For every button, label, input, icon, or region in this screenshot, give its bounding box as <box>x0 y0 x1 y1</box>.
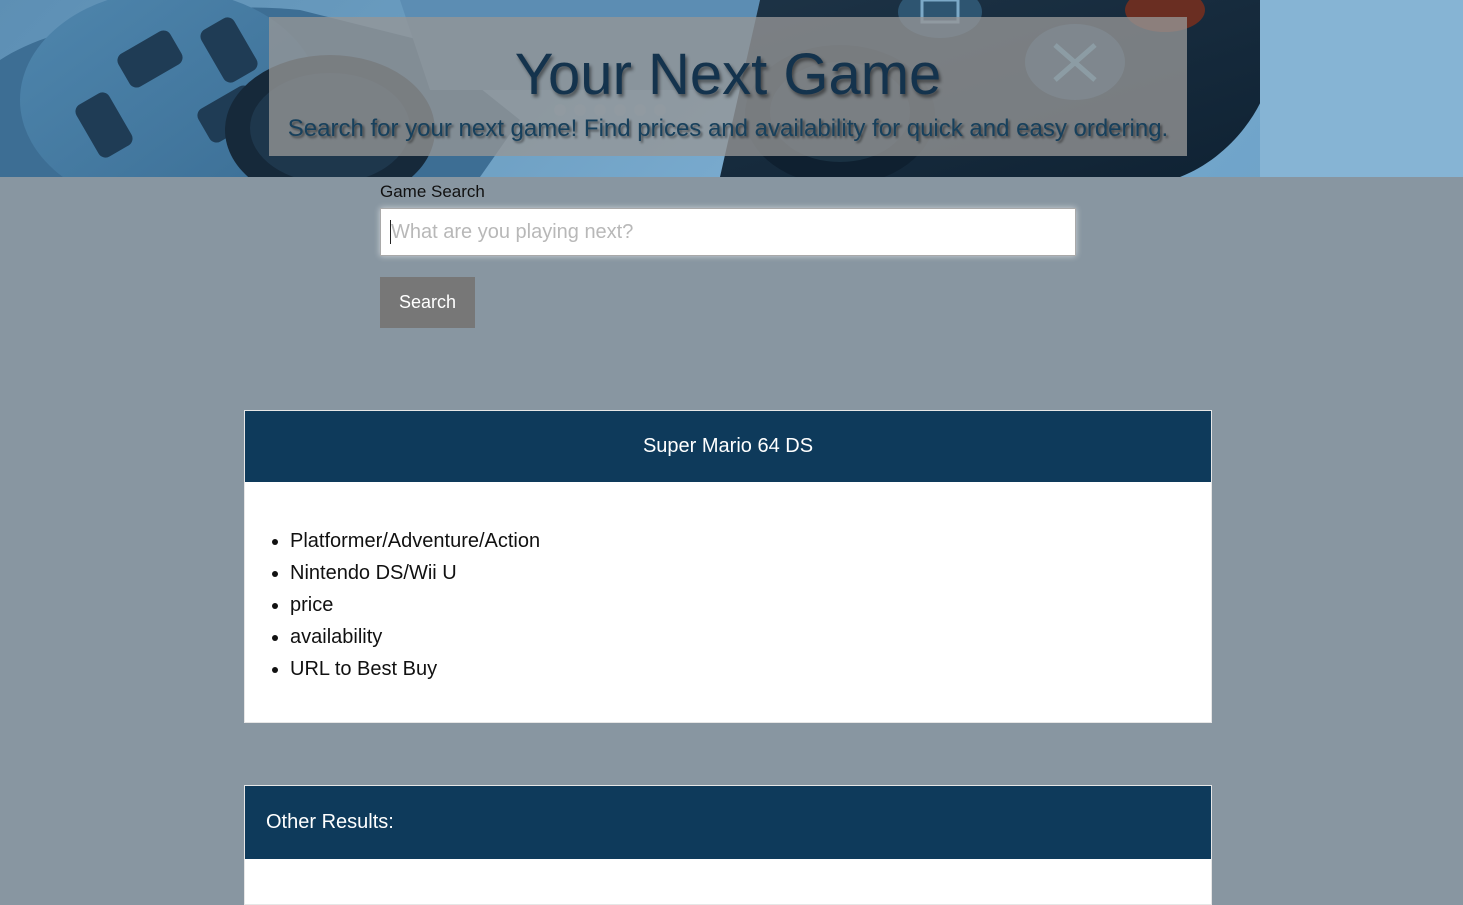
other-results-card: Other Results: <box>244 785 1212 905</box>
game-result-title: Super Mario 64 DS <box>245 411 1211 482</box>
other-results-title: Other Results: <box>245 786 1211 859</box>
search-button[interactable]: Search <box>380 277 475 328</box>
text-cursor <box>390 220 391 244</box>
game-result-card: Super Mario 64 DS Platformer/Adventure/A… <box>244 410 1212 723</box>
game-search-input[interactable] <box>380 208 1076 256</box>
game-availability: availability <box>290 621 540 653</box>
hero-overlay-panel: Your Next Game Search for your next game… <box>269 17 1187 156</box>
game-platform: Nintendo DS/Wii U <box>290 557 540 589</box>
page-title: Your Next Game <box>514 42 942 107</box>
game-genre: Platformer/Adventure/Action <box>290 525 540 557</box>
page-subtitle: Search for your next game! Find prices a… <box>287 115 1169 142</box>
game-price: price <box>290 589 540 621</box>
best-buy-link[interactable]: URL to Best Buy <box>290 653 540 685</box>
game-details-list: Platformer/Adventure/Action Nintendo DS/… <box>245 525 540 685</box>
game-search-label: Game Search <box>380 182 485 201</box>
hero-banner: Your Next Game Search for your next game… <box>0 0 1463 177</box>
